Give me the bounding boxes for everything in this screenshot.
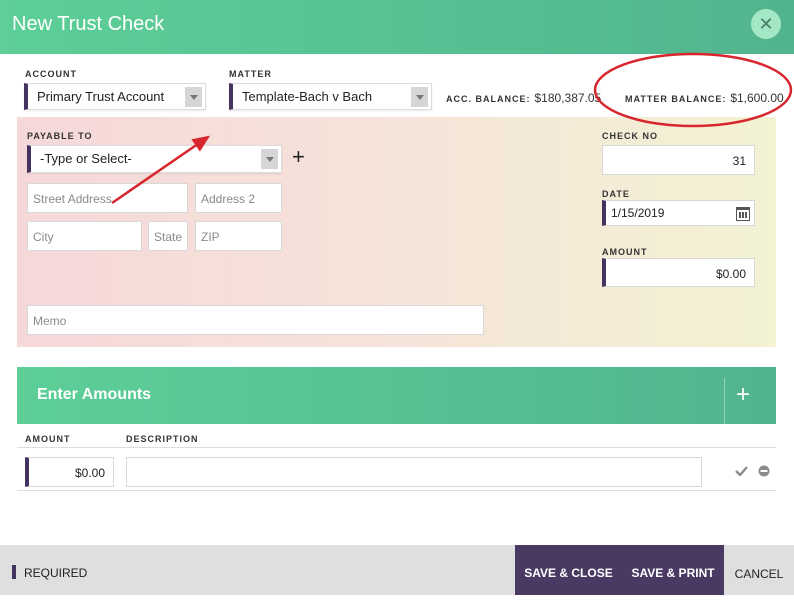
chevron-down-icon[interactable] xyxy=(261,149,278,169)
acc-balance: ACC. BALANCE: $180,387.05 xyxy=(446,91,601,105)
account-label: ACCOUNT xyxy=(25,69,77,79)
state-input[interactable]: State xyxy=(148,221,188,251)
account-value: Primary Trust Account xyxy=(37,89,165,104)
account-select[interactable]: Primary Trust Account xyxy=(24,83,206,110)
divider xyxy=(17,447,776,448)
acc-balance-value: $180,387.05 xyxy=(534,91,602,105)
dialog-footer: REQUIRED SAVE & CLOSE SAVE & PRINT CANCE… xyxy=(0,545,794,595)
matter-balance: MATTER BALANCE: $1,600.00 xyxy=(625,91,784,105)
amount-label: AMOUNT xyxy=(602,247,648,257)
matter-label: MATTER xyxy=(229,69,272,79)
col-description-header: DESCRIPTION xyxy=(126,434,199,444)
dialog-header: New Trust Check ✕ xyxy=(0,0,794,54)
add-payee-icon[interactable]: + xyxy=(292,144,305,170)
col-amount-header: AMOUNT xyxy=(25,434,71,444)
enter-amounts-title: Enter Amounts xyxy=(37,386,152,403)
cancel-button[interactable]: CANCEL xyxy=(724,545,794,595)
payable-to-value: -Type or Select- xyxy=(40,151,132,166)
payable-to-label: PAYABLE TO xyxy=(27,131,93,141)
matter-value: Template-Bach v Bach xyxy=(242,89,373,104)
row-description-input[interactable] xyxy=(126,457,702,487)
check-no-label: CHECK NO xyxy=(602,131,659,141)
divider xyxy=(724,378,725,424)
date-value: 1/15/2019 xyxy=(611,206,665,220)
matter-select[interactable]: Template-Bach v Bach xyxy=(229,83,432,110)
enter-amounts-bar: Enter Amounts + xyxy=(17,367,776,424)
acc-balance-label: ACC. BALANCE: xyxy=(446,94,531,104)
required-legend: REQUIRED xyxy=(24,566,88,580)
check-no-input[interactable]: 31 xyxy=(602,145,755,175)
close-icon[interactable]: ✕ xyxy=(751,9,781,39)
city-input[interactable]: City xyxy=(27,221,142,251)
payable-to-select[interactable]: -Type or Select- xyxy=(27,145,282,173)
divider xyxy=(17,490,776,491)
matter-balance-label: MATTER BALANCE: xyxy=(625,94,727,104)
chevron-down-icon[interactable] xyxy=(185,87,202,107)
annotation-ellipse xyxy=(593,52,793,128)
calendar-icon[interactable] xyxy=(736,207,750,221)
remove-row-icon[interactable] xyxy=(758,465,770,477)
memo-input[interactable]: Memo xyxy=(27,305,484,335)
check-icon[interactable] xyxy=(735,465,748,476)
amount-input[interactable]: $0.00 xyxy=(602,258,755,287)
dialog-title: New Trust Check xyxy=(12,13,165,35)
chevron-down-icon[interactable] xyxy=(411,87,428,107)
save-print-button[interactable]: SAVE & PRINT xyxy=(622,545,724,595)
save-close-button[interactable]: SAVE & CLOSE xyxy=(515,545,622,595)
required-marker xyxy=(12,565,16,579)
street-address-input[interactable]: Street Address xyxy=(27,183,188,213)
matter-balance-value: $1,600.00 xyxy=(730,91,784,105)
date-input[interactable]: 1/15/2019 xyxy=(602,200,755,226)
zip-input[interactable]: ZIP xyxy=(195,221,282,251)
row-amount-input[interactable]: $0.00 xyxy=(25,457,114,487)
address2-input[interactable]: Address 2 xyxy=(195,183,282,213)
add-amount-icon[interactable]: + xyxy=(736,381,750,409)
date-label: DATE xyxy=(602,189,630,199)
